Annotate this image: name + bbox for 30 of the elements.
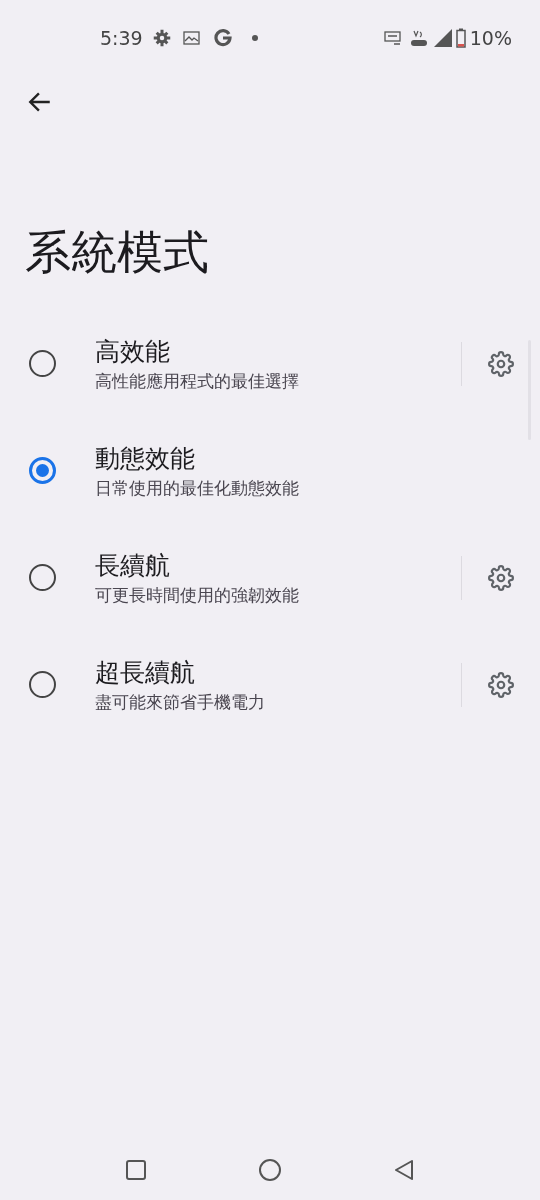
mode-description: 盡可能來節省手機電力 [95,690,266,714]
app-logo-icon [213,29,232,47]
mode-description: 日常使用的最佳化動態效能 [95,476,300,500]
settings-icon[interactable] [488,350,514,377]
signal-icon [433,29,452,47]
mode-option[interactable]: 長續航 可更長時間使用的強韌效能 [0,524,540,631]
gear-icon [152,29,171,47]
mode-title: 動態效能 [95,442,196,475]
settings-icon[interactable] [488,564,514,591]
status-time: 5:39 [100,25,143,51]
mode-title: 高效能 [95,335,171,368]
radio-button[interactable] [29,350,56,377]
dot-icon [251,35,258,41]
home-icon[interactable] [258,1158,282,1182]
mode-description: 可更長時間使用的強韌效能 [95,583,300,607]
mode-description: 高性能應用程式的最佳選擇 [95,369,300,393]
mode-option[interactable]: 超長續航 盡可能來節省手機電力 [0,631,540,738]
image-icon [182,31,200,45]
mode-title: 超長續航 [95,656,196,689]
radio-button[interactable] [29,564,56,591]
recents-icon[interactable] [125,1159,148,1181]
mode-title: 長續航 [95,549,171,582]
radio-button[interactable] [29,457,56,484]
page-title: 系統模式 [24,224,210,280]
mode-option[interactable]: 動態效能 日常使用的最佳化動態效能 [0,417,540,524]
back-icon[interactable] [392,1159,415,1181]
radio-button[interactable] [29,671,56,698]
battery-percentage: 10% [469,25,512,51]
battery-icon [455,28,466,48]
settings-icon[interactable] [488,671,514,698]
